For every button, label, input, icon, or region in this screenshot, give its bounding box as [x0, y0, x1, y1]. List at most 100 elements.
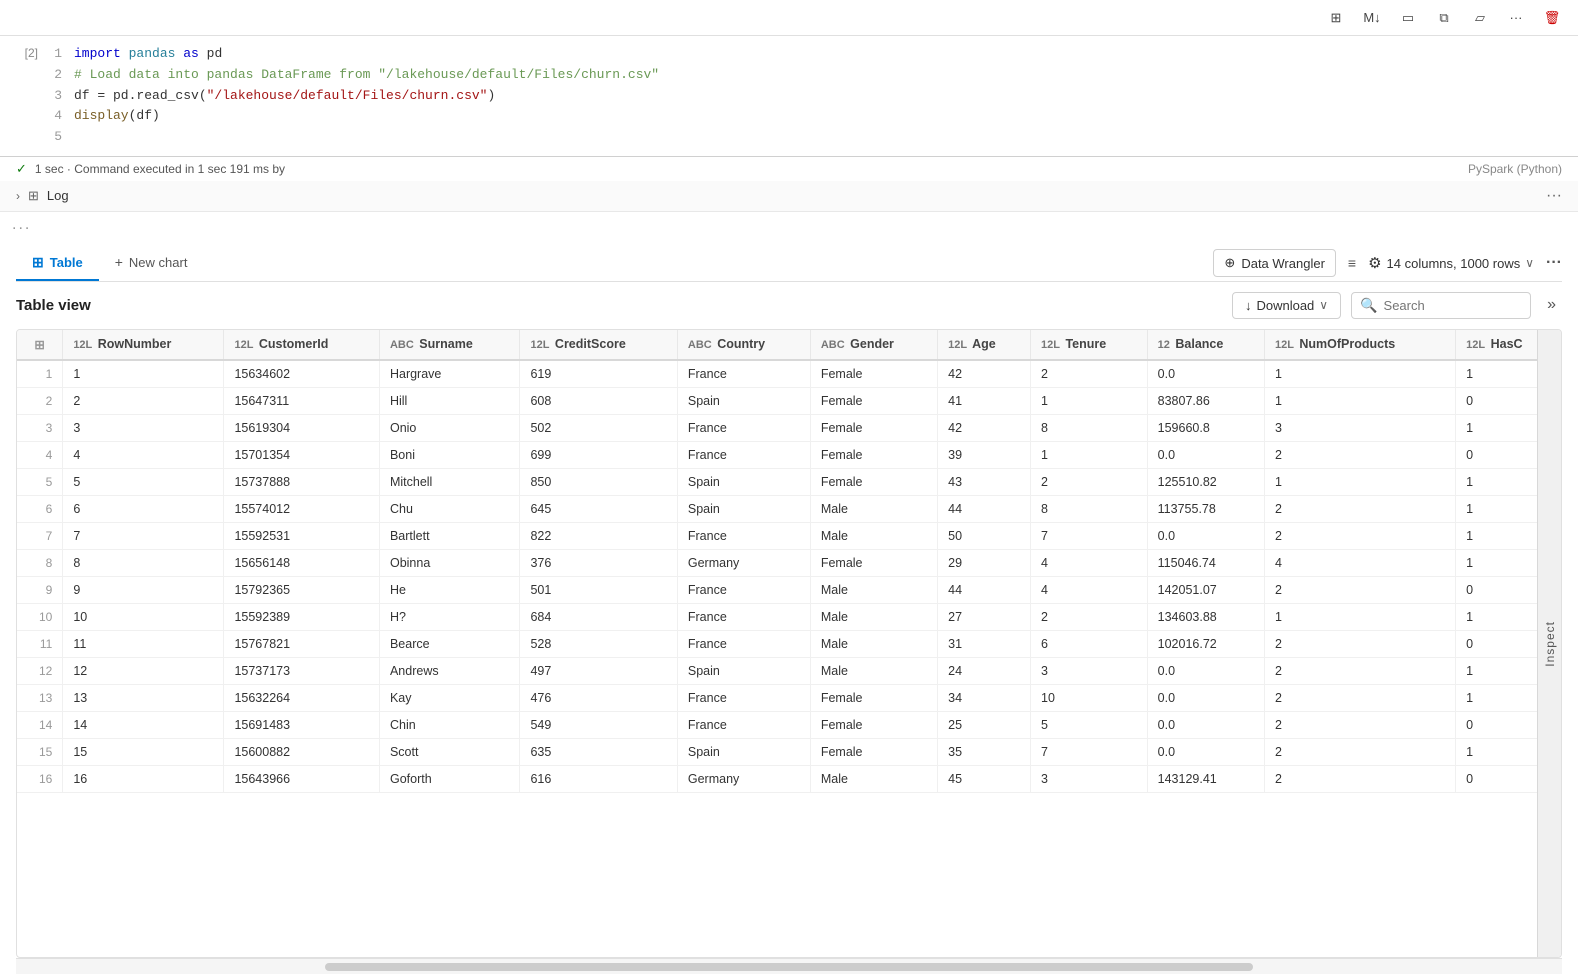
markdown-icon[interactable]: M↓: [1358, 4, 1386, 32]
data-wrangler-label: Data Wrangler: [1241, 256, 1325, 271]
cell-index: 11: [17, 630, 63, 657]
cell-balance: 113755.78: [1147, 495, 1264, 522]
table-row: 12 12 15737173 Andrews 497 Spain Male 24…: [17, 657, 1561, 684]
cell-country: Spain: [677, 738, 810, 765]
table-row: 10 10 15592389 H? 684 France Male 27 2 1…: [17, 603, 1561, 630]
layout-icon[interactable]: ⊞: [1322, 4, 1350, 32]
inspect-label: Inspect: [1543, 621, 1557, 667]
new-chart-plus-icon: +: [115, 254, 123, 270]
cell-surname: Andrews: [379, 657, 520, 684]
cell-creditscore: 822: [520, 522, 677, 549]
cell-numofproducts: 3: [1264, 414, 1455, 441]
app-container: ⊞ M↓ ▭ ⧉ ▱ ··· 🗑 [2] 1import pandas as p…: [0, 0, 1578, 974]
log-section[interactable]: › ⊞ Log ···: [0, 181, 1578, 212]
cell-surname: Boni: [379, 441, 520, 468]
comment-icon[interactable]: ▱: [1466, 4, 1494, 32]
tab-bar: ⊞ Table + New chart ⊕ Data Wrangler ≡ ⚙ …: [16, 246, 1562, 282]
cell-balance: 0.0: [1147, 441, 1264, 468]
settings-label[interactable]: ⚙ 14 columns, 1000 rows ∨: [1368, 254, 1534, 272]
tab-new-chart-label: New chart: [129, 255, 188, 270]
col-header-numofproducts[interactable]: 12L NumOfProducts: [1264, 330, 1455, 360]
delete-icon[interactable]: 🗑: [1538, 4, 1566, 32]
col-header-gender[interactable]: ABC Gender: [810, 330, 937, 360]
log-expand-icon[interactable]: ›: [16, 189, 20, 203]
search-box[interactable]: 🔍: [1351, 292, 1531, 319]
search-icon: 🔍: [1360, 297, 1377, 314]
cell-rownumber: 14: [63, 711, 224, 738]
download-button[interactable]: ↓ Download ∨: [1232, 292, 1341, 319]
table-wrapper[interactable]: ⊞ 12L RowNumber 12L CustomerId ABC Surna…: [16, 329, 1562, 958]
tab-bar-more-icon[interactable]: ···: [1546, 254, 1562, 272]
cell-customerid: 15737173: [224, 657, 380, 684]
cell-tenure: 1: [1031, 387, 1148, 414]
collapse-panel-icon[interactable]: »: [1541, 294, 1562, 316]
cell-index: 1: [17, 360, 63, 388]
cell-gender: Female: [810, 414, 937, 441]
cell-numofproducts: 4: [1264, 549, 1455, 576]
table-row: 6 6 15574012 Chu 645 Spain Male 44 8 113…: [17, 495, 1561, 522]
table-actions: ↓ Download ∨ 🔍 »: [1232, 292, 1562, 319]
horizontal-scrollbar[interactable]: [16, 958, 1562, 974]
cell-gender: Male: [810, 657, 937, 684]
cell-age: 50: [938, 522, 1031, 549]
cell-age: 29: [938, 549, 1031, 576]
cell-surname: Scott: [379, 738, 520, 765]
cell-balance: 125510.82: [1147, 468, 1264, 495]
cell-age: 42: [938, 360, 1031, 388]
cell-age: 24: [938, 657, 1031, 684]
cell-age: 39: [938, 441, 1031, 468]
cell-rownumber: 5: [63, 468, 224, 495]
cell-country: Spain: [677, 495, 810, 522]
cell-rownumber: 16: [63, 765, 224, 792]
cell-index: 2: [17, 387, 63, 414]
cell-surname: H?: [379, 603, 520, 630]
cell-numofproducts: 2: [1264, 495, 1455, 522]
col-header-creditscore[interactable]: 12L CreditScore: [520, 330, 677, 360]
cell-index: 14: [17, 711, 63, 738]
log-more-icon[interactable]: ···: [1546, 187, 1562, 205]
cell-gender: Female: [810, 711, 937, 738]
chevron-down-icon: ∨: [1525, 256, 1534, 270]
data-wrangler-button[interactable]: ⊕ Data Wrangler: [1213, 249, 1335, 277]
more-options-icon[interactable]: ···: [1502, 4, 1530, 32]
col-header-rownumber[interactable]: 12L RowNumber: [63, 330, 224, 360]
cell-surname: Chu: [379, 495, 520, 522]
filter-icon[interactable]: ≡: [1348, 255, 1356, 271]
inspect-panel[interactable]: Inspect: [1537, 330, 1561, 957]
cell-tenure: 2: [1031, 468, 1148, 495]
col-header-surname[interactable]: ABC Surname: [379, 330, 520, 360]
cell-tenure: 8: [1031, 414, 1148, 441]
cell-balance: 102016.72: [1147, 630, 1264, 657]
cell-age: 25: [938, 711, 1031, 738]
table-row: 1 1 15634602 Hargrave 619 France Female …: [17, 360, 1561, 388]
cell-numofproducts: 2: [1264, 738, 1455, 765]
copy-icon[interactable]: ⧉: [1430, 4, 1458, 32]
tab-new-chart[interactable]: + New chart: [99, 246, 204, 280]
cell-numofproducts: 2: [1264, 522, 1455, 549]
display-icon[interactable]: ▭: [1394, 4, 1422, 32]
col-header-country[interactable]: ABC Country: [677, 330, 810, 360]
cell-rownumber: 13: [63, 684, 224, 711]
table-row: 5 5 15737888 Mitchell 850 Spain Female 4…: [17, 468, 1561, 495]
cell-balance: 115046.74: [1147, 549, 1264, 576]
scrollbar-thumb[interactable]: [325, 963, 1253, 971]
cell-tenure: 7: [1031, 522, 1148, 549]
cell-rownumber: 10: [63, 603, 224, 630]
tab-table[interactable]: ⊞ Table: [16, 246, 99, 281]
cell-customerid: 15600882: [224, 738, 380, 765]
cell-surname: Bearce: [379, 630, 520, 657]
search-input[interactable]: [1384, 298, 1514, 313]
cell-number: [2]: [8, 44, 38, 60]
cell-customerid: 15737888: [224, 468, 380, 495]
col-header-tenure[interactable]: 12L Tenure: [1031, 330, 1148, 360]
table-row: 7 7 15592531 Bartlett 822 France Male 50…: [17, 522, 1561, 549]
col-header-age[interactable]: 12L Age: [938, 330, 1031, 360]
cell-balance: 159660.8: [1147, 414, 1264, 441]
cell-surname: Goforth: [379, 765, 520, 792]
col-header-customerid[interactable]: 12L CustomerId: [224, 330, 380, 360]
execution-bar: ✓ 1 sec · Command executed in 1 sec 191 …: [0, 157, 1578, 181]
cell-customerid: 15634602: [224, 360, 380, 388]
cell-country: Germany: [677, 549, 810, 576]
col-header-balance[interactable]: 12 Balance: [1147, 330, 1264, 360]
cell-age: 44: [938, 495, 1031, 522]
